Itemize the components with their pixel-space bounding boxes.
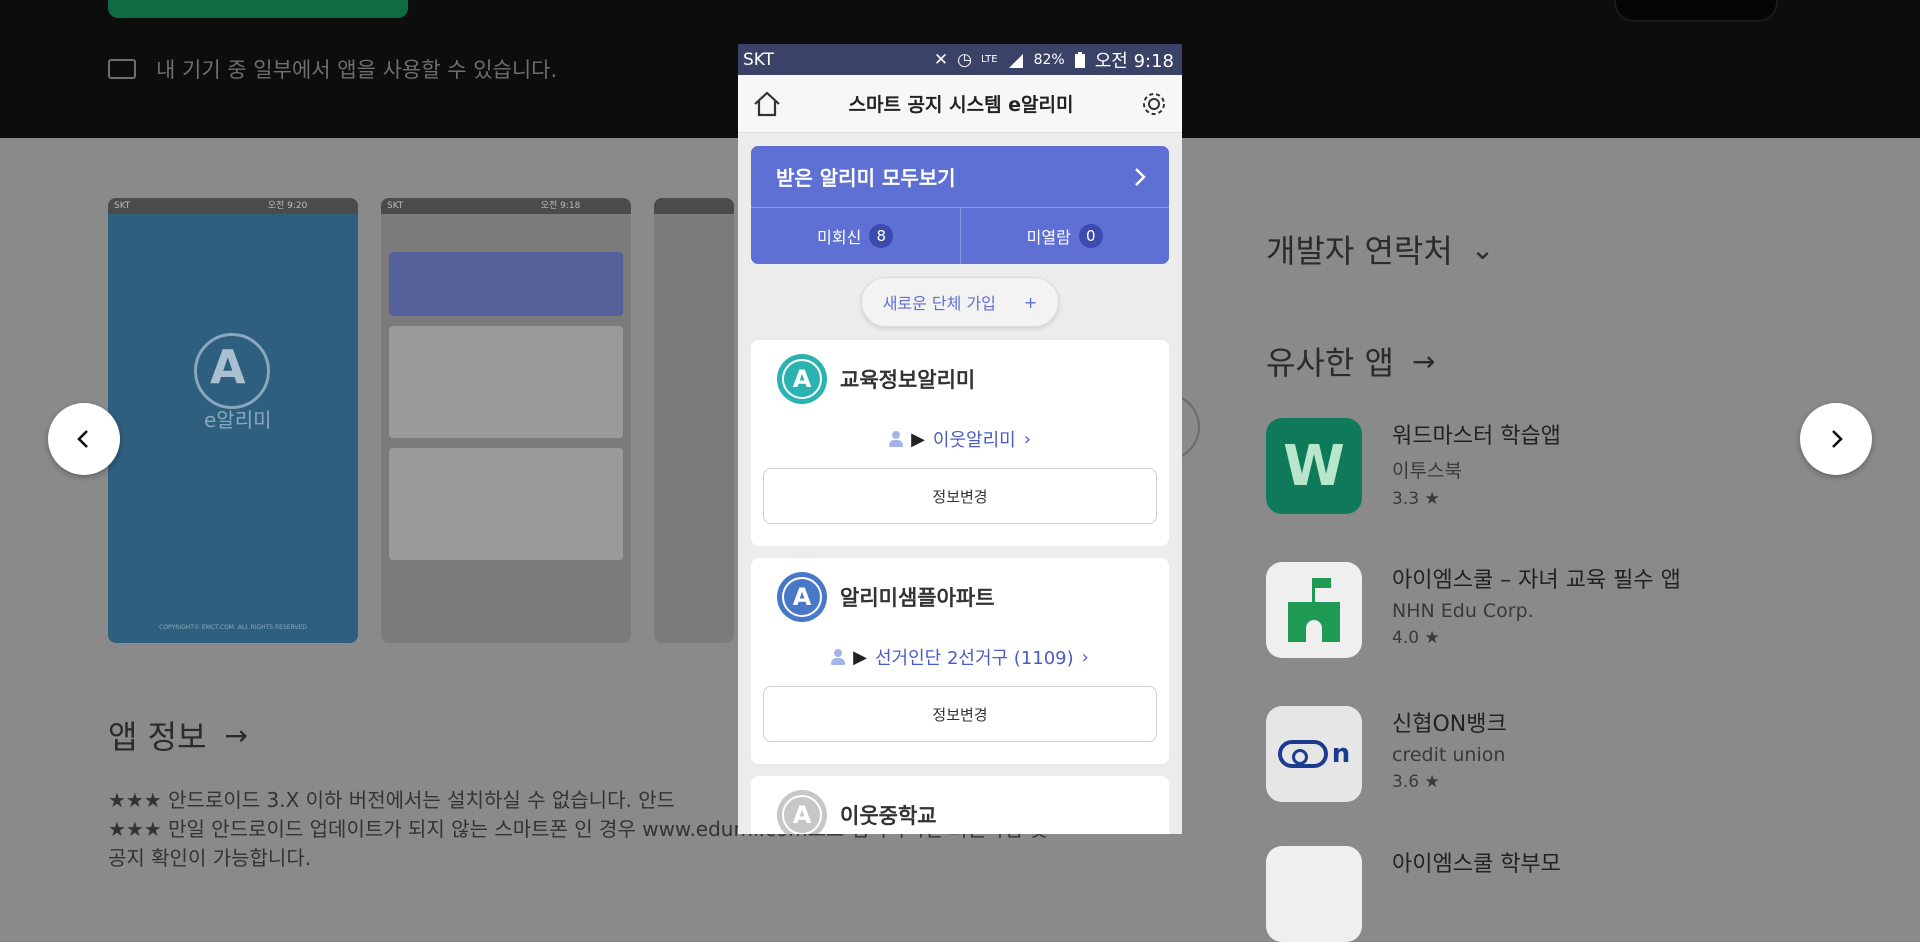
thumb-status-bar xyxy=(654,198,734,214)
group-subscription-link[interactable]: ▶ 선거인단 2선거구 (1109) › xyxy=(751,644,1169,670)
battery-percent: 82% xyxy=(1033,51,1065,68)
group-logo-icon: A xyxy=(777,790,827,834)
screenshot-thumbnail-2[interactable]: SKT 오전 9:18 xyxy=(381,198,631,643)
app-info-heading[interactable]: 앱 정보 → xyxy=(108,712,248,758)
alarm-icon: ◷ xyxy=(957,49,972,70)
chevron-down-icon: ⌄ xyxy=(1470,232,1495,266)
similar-apps-heading[interactable]: 유사한 앱 → xyxy=(1266,338,1435,384)
thumb-status-bar: SKT 오전 9:20 xyxy=(108,198,358,214)
chevron-right-icon: › xyxy=(1023,428,1031,450)
edit-info-button[interactable]: 정보변경 xyxy=(763,468,1157,524)
unread-count: 0 xyxy=(1078,224,1103,248)
developer-contact-heading[interactable]: 개발자 연락처 ⌄ xyxy=(1266,226,1494,272)
devices-icon xyxy=(108,59,136,79)
gear-icon[interactable] xyxy=(1140,90,1168,118)
screenshot-thumbnail-3[interactable] xyxy=(654,198,734,643)
thumb-appbar xyxy=(381,214,631,242)
screenshot-thumbnail-1[interactable]: SKT 오전 9:20 A e알리미 COPYRIGHT© EMCT.COM. … xyxy=(108,198,358,643)
chevron-right-icon: › xyxy=(1081,646,1089,668)
unreplied-count: 8 xyxy=(869,224,894,248)
all-notices-link[interactable]: 받은 알리미 모두보기 xyxy=(751,146,1169,208)
group-card: A 교육정보알리미 ▶ 이웃알리미 › 정보변경 xyxy=(751,340,1169,546)
unread-tab[interactable]: 미열람 0 xyxy=(959,208,1170,264)
similar-app-item[interactable]: 아이엠스쿨 학부모 xyxy=(1266,846,1561,942)
device-notice-text: 내 기기 중 일부에서 앱을 사용할 수 있습니다. xyxy=(156,58,558,82)
home-icon[interactable] xyxy=(752,90,782,118)
thumb-card xyxy=(389,448,623,560)
wordmaster-icon: W xyxy=(1266,418,1362,514)
plus-icon: + xyxy=(1023,292,1038,312)
group-name: 교육정보알리미 xyxy=(840,368,976,392)
all-notices-banner[interactable]: 받은 알리미 모두보기 미회신 8 미열람 0 xyxy=(751,146,1169,264)
shinhyup-icon: n xyxy=(1266,706,1362,802)
triangle-icon: ▶ xyxy=(911,428,925,450)
similar-app-item[interactable]: 아이엠스쿨 – 자녀 교육 필수 앱 NHN Edu Corp. 4.0 ★ xyxy=(1266,562,1681,658)
thumb-status-bar: SKT 오전 9:18 xyxy=(381,198,631,214)
similar-app-item[interactable]: W 워드마스터 학습앱 이투스북 3.3 ★ xyxy=(1266,418,1561,514)
carrier-label: SKT xyxy=(743,49,775,70)
mute-icon: ✕ xyxy=(933,49,949,70)
previous-screenshot-button[interactable] xyxy=(48,403,120,475)
join-new-group-button[interactable]: 새로운 단체 가입 + xyxy=(861,277,1059,327)
person-icon xyxy=(831,649,846,665)
status-bar: SKT ✕ ◷ LTE 82% 오전 9:18 xyxy=(738,44,1182,75)
chevron-left-icon xyxy=(77,430,88,448)
app-bar: 스마트 공지 시스템 e알리미 xyxy=(738,75,1182,133)
chevron-right-icon xyxy=(1832,430,1843,448)
next-screenshot-button[interactable] xyxy=(1800,403,1872,475)
signal-icon xyxy=(1008,53,1023,68)
unreplied-tab[interactable]: 미회신 8 xyxy=(751,208,960,264)
app-title: 스마트 공지 시스템 e알리미 xyxy=(848,94,1074,116)
lte-icon: LTE xyxy=(980,54,998,65)
arrow-right-icon: → xyxy=(224,718,248,752)
thumb-banner xyxy=(389,252,623,316)
screenshot-viewer: SKT ✕ ◷ LTE 82% 오전 9:18 스마트 공지 시스템 e알리미 … xyxy=(738,44,1182,834)
group-name: 알리미샘플아파트 xyxy=(840,586,995,610)
similar-app-item[interactable]: n 신협ON뱅크 credit union 3.6 ★ xyxy=(1266,706,1507,802)
edit-info-button[interactable]: 정보변경 xyxy=(763,686,1157,742)
device-compat-notice: 내 기기 중 일부에서 앱을 사용할 수 있습니다. xyxy=(108,54,557,84)
splash-logo-letter: A xyxy=(210,340,246,394)
chevron-right-icon xyxy=(1135,167,1146,186)
all-notices-label: 받은 알리미 모두보기 xyxy=(776,166,956,190)
group-card: A 알리미샘플아파트 ▶ 선거인단 2선거구 (1109) › 정보변경 xyxy=(751,558,1169,764)
clock: 오전 9:18 xyxy=(1094,50,1174,72)
iamschool-icon xyxy=(1266,562,1362,658)
triangle-icon: ▶ xyxy=(853,646,867,668)
splash-copyright: COPYRIGHT© EMCT.COM. ALL RIGHTS RESERVED xyxy=(159,624,307,631)
group-logo-icon: A xyxy=(777,354,827,404)
person-icon xyxy=(889,431,904,447)
group-card: A 이웃중학교 xyxy=(751,776,1169,834)
group-subscription-link[interactable]: ▶ 이웃알리미 › xyxy=(751,426,1169,452)
splash-brand: e알리미 xyxy=(204,408,272,432)
install-button[interactable] xyxy=(108,0,408,18)
group-name: 이웃중학교 xyxy=(840,804,937,828)
iamschool-parent-icon xyxy=(1266,846,1362,942)
group-logo-icon: A xyxy=(777,572,827,622)
battery-icon xyxy=(1074,51,1085,68)
header-action-button[interactable] xyxy=(1614,0,1778,22)
arrow-right-icon: → xyxy=(1411,344,1436,378)
thumb-card xyxy=(389,326,623,438)
